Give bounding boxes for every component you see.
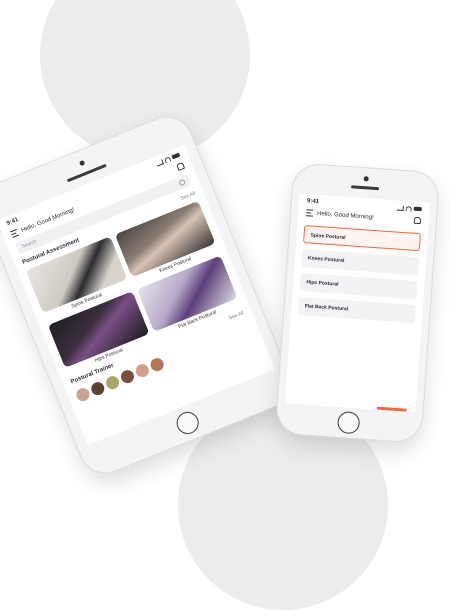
search-placeholder: Search — [20, 238, 38, 251]
list-item-knees[interactable]: Knees Postural — [301, 249, 420, 276]
avatar[interactable] — [104, 374, 122, 392]
earpiece-speaker — [350, 185, 380, 191]
status-time: 9:41 — [306, 198, 320, 206]
menu-icon[interactable] — [305, 209, 314, 217]
bottom-action-bar[interactable] — [376, 406, 407, 412]
avatar[interactable] — [119, 368, 136, 386]
list-item-flat-back[interactable]: Flat Back Postural — [298, 296, 416, 324]
wifi-icon — [405, 205, 412, 212]
avatar[interactable] — [148, 356, 166, 374]
phone-list-screen: 9:41 Hello, Good Morning! Spine Postural… — [275, 163, 440, 443]
battery-icon — [171, 152, 181, 160]
phone2-screen: 9:41 Hello, Good Morning! Spine Postural… — [284, 193, 431, 413]
postural-list: Spine Postural Knees Postural Hips Postu… — [291, 219, 429, 330]
home-button[interactable] — [173, 408, 203, 438]
battery-icon — [413, 206, 422, 212]
wifi-icon — [163, 155, 172, 163]
search-icon — [178, 178, 187, 187]
greeting-text: Hello, Good Morning! — [316, 210, 374, 221]
avatar[interactable] — [133, 362, 151, 380]
list-item-spine[interactable]: Spine Postural — [303, 225, 422, 252]
home-button[interactable] — [336, 410, 361, 435]
signal-icon — [155, 158, 164, 167]
front-camera — [78, 159, 86, 167]
avatar[interactable] — [89, 380, 107, 398]
list-item-hips[interactable]: Hips Postural — [299, 272, 418, 300]
signal-icon — [396, 205, 404, 211]
bell-icon[interactable] — [413, 216, 422, 225]
phone1-screen: 9:41 Hello, Good Morning! Search Postura… — [0, 144, 275, 446]
menu-icon[interactable] — [10, 228, 20, 239]
bell-icon[interactable] — [176, 161, 186, 171]
avatar[interactable] — [74, 386, 92, 404]
front-camera — [363, 176, 369, 182]
